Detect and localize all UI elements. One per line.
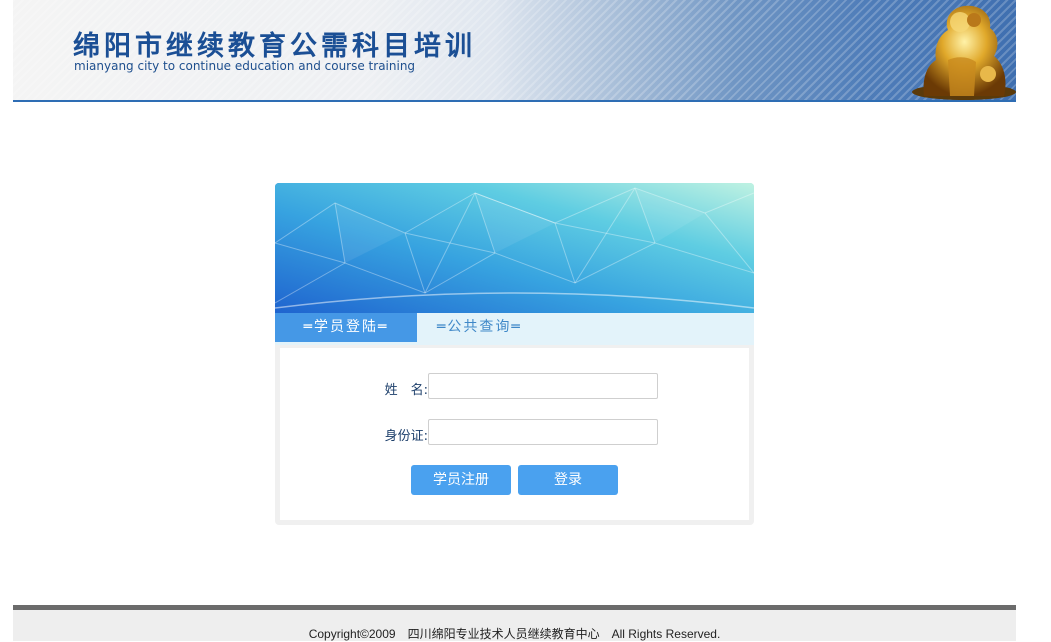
panel-banner-image	[275, 183, 754, 313]
site-title: 绵阳市继续教育公需科目培训	[73, 31, 476, 62]
login-tabs: ═学员登陆═ ═公共查询═	[275, 313, 754, 345]
id-card-input[interactable]	[428, 419, 658, 445]
tab-student-login[interactable]: ═学员登陆═	[275, 313, 417, 342]
login-panel: ═学员登陆═ ═公共查询═ 姓 名: 身份证: 学员注册 登录	[275, 183, 754, 525]
name-input[interactable]	[428, 373, 658, 399]
login-button[interactable]: 登录	[518, 465, 618, 495]
login-form: 姓 名: 身份证: 学员注册 登录	[280, 348, 749, 520]
name-label: 姓 名:	[384, 383, 428, 398]
copyright-text: Copyright©2009 四川绵阳专业技术人员继续教育中心 All Righ…	[308, 627, 721, 641]
site-footer: Copyright©2009 四川绵阳专业技术人员继续教育中心 All Righ…	[13, 610, 1016, 641]
tab-public-query[interactable]: ═公共查询═	[437, 313, 547, 342]
golden-lion-icon	[912, 5, 1016, 100]
site-subtitle: mianyang city to continue education and …	[74, 59, 416, 73]
site-header: 绵阳市继续教育公需科目培训 mianyang city to continue …	[13, 0, 1016, 102]
id-card-label: 身份证:	[384, 429, 428, 444]
register-button[interactable]: 学员注册	[411, 465, 511, 495]
